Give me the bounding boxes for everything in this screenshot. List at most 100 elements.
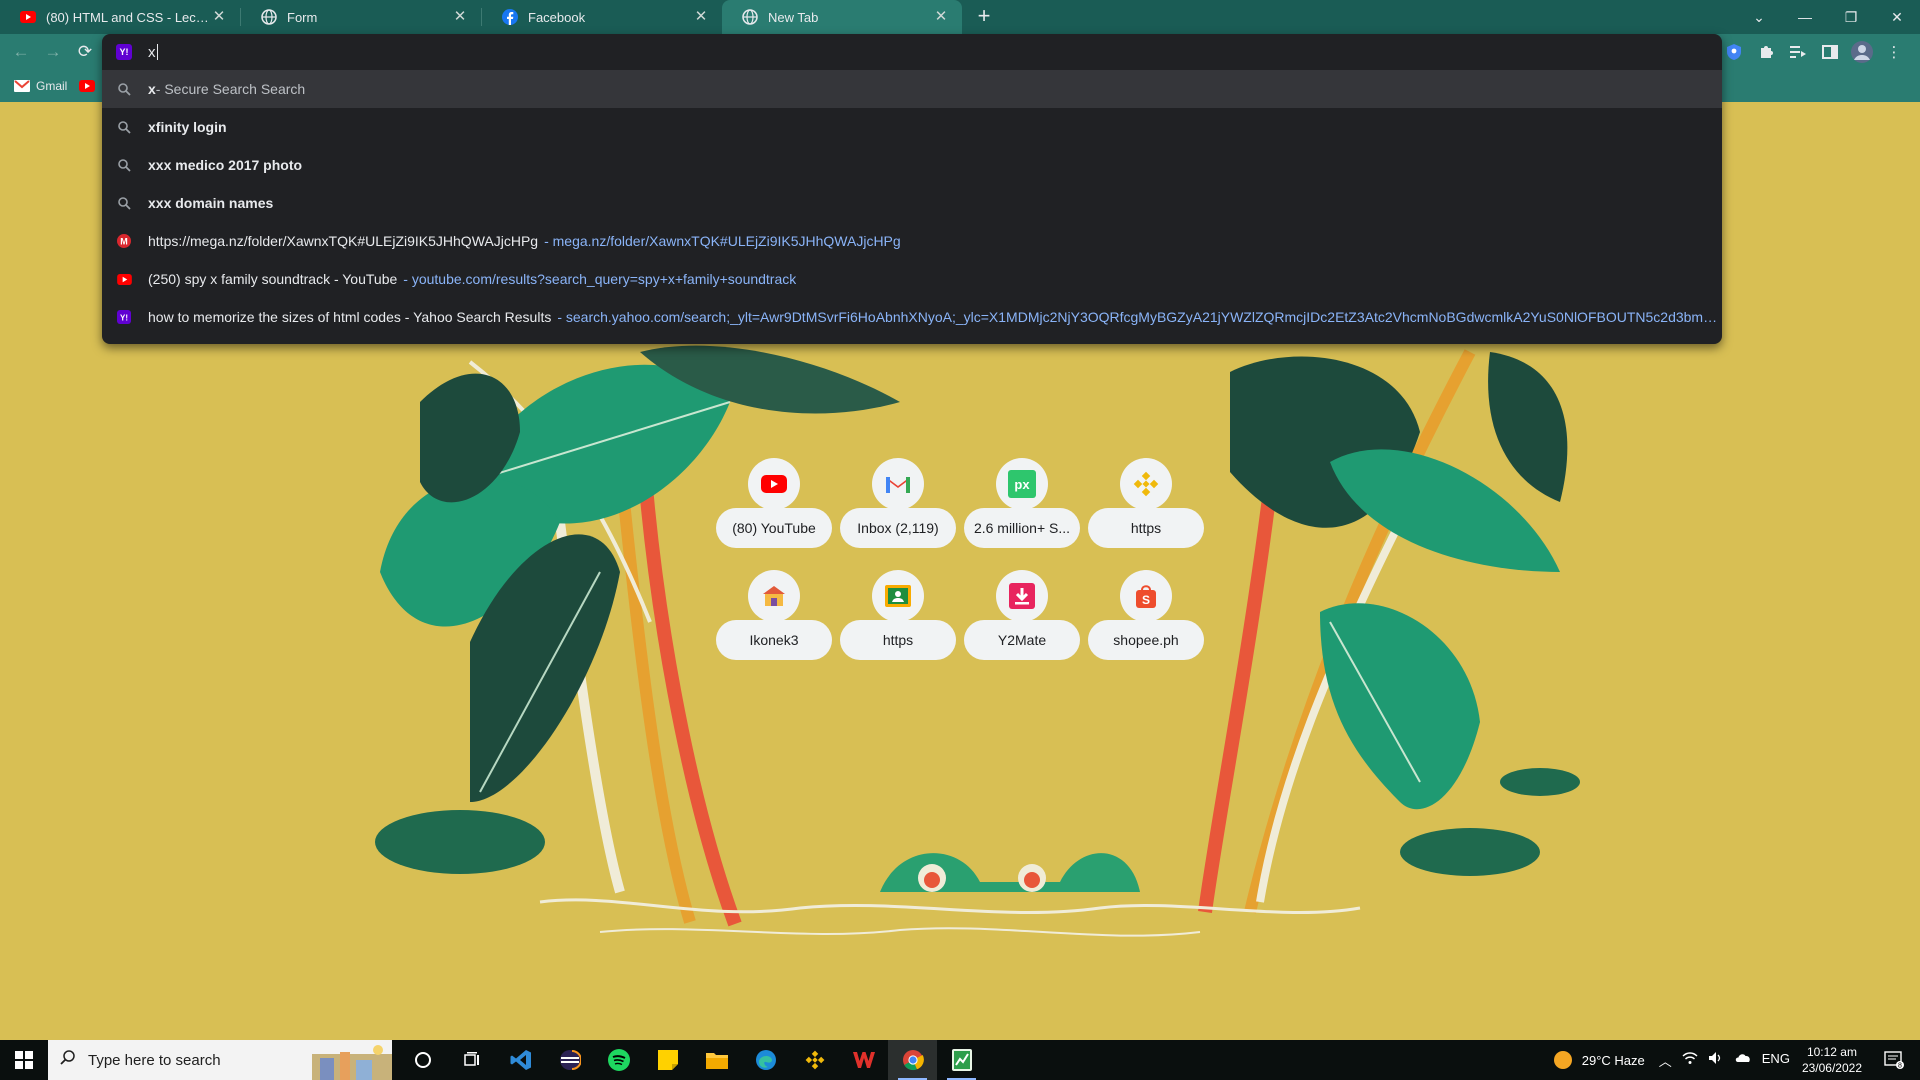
tab-form[interactable]: Form ✕ xyxy=(241,0,481,34)
taskbar-sticky-notes[interactable] xyxy=(643,1040,692,1080)
task-view[interactable] xyxy=(447,1040,496,1080)
close-icon[interactable]: ✕ xyxy=(451,8,469,26)
address-bar[interactable]: Y! x xyxy=(102,34,1722,70)
omnibox-suggestion[interactable]: xxx domain names xyxy=(102,184,1722,222)
system-tray: 29°C Haze ︿ ENG 10:12 am 23/06/2022 8 xyxy=(1553,1040,1920,1080)
avatar[interactable] xyxy=(1846,36,1878,68)
restore-button[interactable]: ❐ xyxy=(1828,9,1874,26)
shortcut-label: https xyxy=(1088,508,1204,548)
svg-text:px: px xyxy=(1014,477,1030,492)
shield-icon[interactable] xyxy=(1718,36,1750,68)
clock[interactable]: 10:12 am 23/06/2022 xyxy=(1802,1044,1862,1076)
taskbar-spreadsheet[interactable] xyxy=(937,1040,986,1080)
binance-icon xyxy=(1120,458,1172,510)
close-icon[interactable]: ✕ xyxy=(692,8,710,26)
tab-youtube-lecture[interactable]: (80) HTML and CSS - Lecture 0 - ✕ xyxy=(0,0,240,34)
close-icon[interactable]: ✕ xyxy=(932,8,950,26)
taskbar-chrome[interactable] xyxy=(888,1040,937,1080)
speaker-icon[interactable] xyxy=(1708,1051,1724,1070)
classroom-icon xyxy=(872,570,924,622)
taskbar-file-explorer[interactable] xyxy=(692,1040,741,1080)
onedrive-icon[interactable] xyxy=(1734,1051,1752,1070)
facebook-icon xyxy=(502,9,518,25)
yahoo-icon: Y! xyxy=(116,44,132,60)
text-caret xyxy=(156,44,158,60)
shortcut-y2mate[interactable]: Y2Mate xyxy=(964,570,1080,660)
shortcut-classroom[interactable]: https xyxy=(840,570,956,660)
back-button[interactable]: ← xyxy=(5,36,37,68)
tab-title: Facebook xyxy=(528,9,586,25)
new-tab-button[interactable]: + xyxy=(970,3,998,31)
vscode-icon xyxy=(510,1050,531,1070)
taskbar-vscode[interactable] xyxy=(496,1040,545,1080)
taskbar-apps xyxy=(398,1040,986,1080)
forward-button[interactable]: → xyxy=(37,36,69,68)
yahoo-icon: Y! xyxy=(116,309,132,325)
notification-icon: 8 xyxy=(1884,1051,1904,1069)
close-window-button[interactable]: ✕ xyxy=(1874,9,1920,26)
wifi-icon[interactable] xyxy=(1682,1051,1698,1070)
tab-title: New Tab xyxy=(768,9,819,25)
suggestion-match: xxx medico 2017 photo xyxy=(148,157,303,173)
omnibox-suggestion[interactable]: xfinity login xyxy=(102,108,1722,146)
omnibox-suggestion[interactable]: x - Secure Search Search xyxy=(102,70,1722,108)
shortcut-label: Inbox (2,119) xyxy=(840,508,956,548)
shortcut-gmail[interactable]: Inbox (2,119) xyxy=(840,458,956,548)
youtube-icon xyxy=(748,458,800,510)
tab-search-icon[interactable]: ⌄ xyxy=(1736,9,1782,26)
notification-center[interactable]: 8 xyxy=(1876,1051,1912,1069)
taskbar-edge[interactable] xyxy=(741,1040,790,1080)
language-indicator[interactable]: ENG xyxy=(1762,1051,1790,1070)
suggestion-url: - youtube.com/results?search_query=spy+x… xyxy=(403,271,797,287)
chevron-up-icon[interactable]: ︿ xyxy=(1659,1051,1672,1070)
nav-buttons: ← → ⟳ xyxy=(5,36,101,68)
omnibox-suggestion[interactable]: (250) spy x family soundtrack - YouTube -… xyxy=(102,260,1722,298)
youtube-icon xyxy=(116,271,132,287)
shortcut-shopee[interactable]: S shopee.ph xyxy=(1088,570,1204,660)
weather-widget[interactable]: 29°C Haze xyxy=(1553,1051,1645,1069)
taskbar-search[interactable]: Type here to search xyxy=(48,1040,392,1080)
bookmark-gmail[interactable]: Gmail xyxy=(14,79,67,93)
omnibox-suggestion[interactable]: Y! how to memorize the sizes of html cod… xyxy=(102,298,1722,336)
taskbar-eclipse[interactable] xyxy=(545,1040,594,1080)
kebab-menu-icon[interactable]: ⋮ xyxy=(1878,36,1910,68)
tab-title: Form xyxy=(287,9,318,25)
shortcut-ikonek3[interactable]: Ikonek3 xyxy=(716,570,832,660)
taskview-cortana[interactable] xyxy=(398,1040,447,1080)
shortcut-youtube[interactable]: (80) YouTube xyxy=(716,458,832,548)
media-queue-icon[interactable] xyxy=(1782,36,1814,68)
omnibox-suggestion[interactable]: xxx medico 2017 photo xyxy=(102,146,1722,184)
puzzle-icon[interactable] xyxy=(1750,36,1782,68)
shortcut-binance[interactable]: https xyxy=(1088,458,1204,548)
cortana-icon xyxy=(414,1052,431,1068)
reload-button[interactable]: ⟳ xyxy=(69,36,101,68)
suggestion-title: https://mega.nz/folder/XawnxTQK#ULEjZi9I… xyxy=(148,233,539,249)
minimize-button[interactable]: — xyxy=(1782,9,1828,25)
suggestion-title: how to memorize the sizes of html codes … xyxy=(148,309,552,325)
tab-facebook[interactable]: Facebook ✕ xyxy=(482,0,722,34)
shortcut-label: Y2Mate xyxy=(964,620,1080,660)
spotify-icon xyxy=(607,1049,630,1071)
notification-count: 8 xyxy=(1898,1063,1902,1070)
tray-icons: ︿ ENG xyxy=(1659,1051,1790,1070)
shortcut-pixabay[interactable]: px 2.6 million+ S... xyxy=(964,458,1080,548)
start-button[interactable] xyxy=(0,1040,48,1080)
bookmark-youtube[interactable] xyxy=(79,80,101,92)
omnibox-suggestion[interactable]: M https://mega.nz/folder/XawnxTQK#ULEjZi… xyxy=(102,222,1722,260)
suggestion-text: - Secure Search Search xyxy=(155,81,306,97)
taskbar-spotify[interactable] xyxy=(594,1040,643,1080)
search-icon xyxy=(116,195,132,211)
suggestion-title: (250) spy x family soundtrack - YouTube xyxy=(148,271,398,287)
tab-new-tab[interactable]: New Tab ✕ xyxy=(722,0,962,34)
side-panel-icon[interactable] xyxy=(1814,36,1846,68)
address-input[interactable]: x xyxy=(148,44,156,61)
close-icon[interactable]: ✕ xyxy=(210,8,228,26)
search-icon xyxy=(116,81,132,97)
extensions-area: ⋮ xyxy=(1718,36,1910,68)
shortcut-label: 2.6 million+ S... xyxy=(964,508,1080,548)
taskbar-binance[interactable] xyxy=(790,1040,839,1080)
edge-icon xyxy=(755,1050,776,1070)
taskbar-wps[interactable] xyxy=(839,1040,888,1080)
folder-icon xyxy=(705,1053,728,1069)
search-icon xyxy=(60,1049,76,1071)
